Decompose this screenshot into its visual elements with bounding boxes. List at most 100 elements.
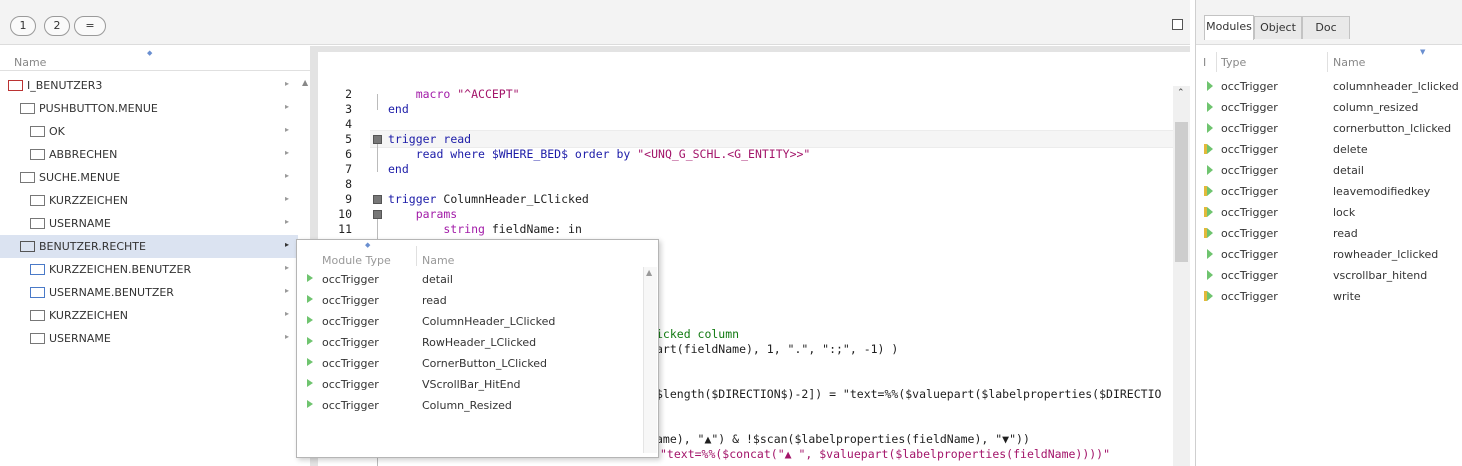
editor-scrollbar[interactable] [1173, 86, 1190, 466]
column-separator [416, 246, 417, 266]
module-item[interactable]: occTrigger read [1196, 223, 1462, 244]
popup-item[interactable]: occTrigger VScrollBar_HitEnd [297, 373, 647, 394]
module-item-name: vscrollbar_hitend [1333, 269, 1428, 282]
view-2-button[interactable]: 2 [44, 16, 70, 36]
expand-arrow-icon[interactable]: ▸ [285, 332, 289, 341]
tree-item[interactable]: ABBRECHEN ▸ [0, 143, 298, 166]
editbox-icon [30, 218, 45, 229]
column-name[interactable]: Name [1333, 56, 1365, 69]
expand-arrow-icon[interactable]: ▸ [285, 102, 289, 111]
expand-arrow-icon[interactable]: ▸ [285, 240, 289, 249]
tree-item[interactable]: I_BENUTZER3 ▸ [0, 74, 298, 97]
popup-item-name: Column_Resized [422, 399, 512, 412]
code-token: macro [388, 87, 458, 101]
tree-item[interactable]: OK ▸ [0, 120, 298, 143]
module-item-type: occTrigger [1221, 227, 1278, 240]
scrollbar-thumb[interactable] [1175, 122, 1188, 262]
popup-item[interactable]: occTrigger detail [297, 268, 647, 289]
expand-arrow-icon[interactable]: ▸ [285, 148, 289, 157]
tree-item[interactable]: USERNAME.BENUTZER ▸ [0, 281, 298, 304]
popup-item[interactable]: occTrigger RowHeader_LClicked [297, 331, 647, 352]
trigger-icon [307, 316, 313, 324]
module-item[interactable]: occTrigger cornerbutton_lclicked [1196, 118, 1462, 139]
expand-arrow-icon[interactable]: ▸ [285, 79, 289, 88]
tree-item[interactable]: BENUTZER.RECHTE ▸ [0, 235, 298, 258]
code-fragment: icked column [656, 327, 740, 341]
trigger-icon [1204, 291, 1213, 301]
code-token: trigger [388, 132, 444, 146]
popup-item[interactable]: occTrigger CornerButton_LClicked [297, 352, 647, 373]
tab-modules[interactable]: Modules [1204, 15, 1254, 40]
line-number: 4 [345, 117, 352, 131]
tree-item[interactable]: KURZZEICHEN.BENUTZER ▸ [0, 258, 298, 281]
modules-panel: Modules Object Doc I Type Name ▼ occTrig… [1195, 0, 1462, 466]
module-item[interactable]: occTrigger column_resized [1196, 97, 1462, 118]
popup-column-type[interactable]: Module Type [322, 254, 391, 267]
tree-item-label: USERNAME [49, 217, 111, 230]
popup-item[interactable]: occTrigger Column_Resized [297, 394, 647, 415]
tree-item[interactable]: KURZZEICHEN ▸ [0, 189, 298, 212]
column-type[interactable]: Type [1221, 56, 1246, 69]
scroll-up-icon[interactable]: ⌃ [1177, 88, 1185, 98]
tree-item[interactable]: PUSHBUTTON.MENUE ▸ [0, 97, 298, 120]
code-token: trigger [388, 192, 444, 206]
module-item-name: column_resized [1333, 101, 1419, 114]
popup-item[interactable]: occTrigger ColumnHeader_LClicked [297, 310, 647, 331]
trigger-icon [1204, 228, 1213, 238]
module-item[interactable]: occTrigger leavemodifiedkey [1196, 181, 1462, 202]
panel-icon [20, 103, 35, 114]
module-item[interactable]: occTrigger vscrollbar_hitend [1196, 265, 1462, 286]
view-equal-button[interactable]: = [74, 16, 106, 36]
expand-arrow-icon[interactable]: ▸ [285, 194, 289, 203]
sort-indicator-icon: ◆ [147, 49, 153, 57]
tree-item[interactable]: KURZZEICHEN ▸ [0, 304, 298, 327]
tree-item[interactable]: USERNAME ▸ [0, 327, 298, 350]
module-item-name: write [1333, 290, 1361, 303]
module-item-name: rowheader_lclicked [1333, 248, 1439, 261]
sort-indicator-icon: ▼ [1420, 48, 1426, 56]
tree-item[interactable]: SUCHE.MENUE ▸ [0, 166, 298, 189]
expand-arrow-icon[interactable]: ▸ [285, 263, 289, 272]
expand-arrow-icon[interactable]: ▸ [285, 217, 289, 226]
trigger-icon [1207, 249, 1213, 259]
popup-item[interactable]: occTrigger read [297, 289, 647, 310]
popup-item-name: VScrollBar_HitEnd [422, 378, 521, 391]
line-number: 8 [345, 177, 352, 191]
column-i[interactable]: I [1203, 56, 1206, 69]
expand-arrow-icon[interactable]: ▸ [285, 125, 289, 134]
tree-scroll-up-icon[interactable]: ▲ [302, 78, 308, 87]
panel-tabbar: Modules Object Doc [1196, 0, 1462, 45]
tree-item[interactable]: USERNAME ▸ [0, 212, 298, 235]
maximize-icon[interactable] [1172, 19, 1183, 30]
tree-header: ◆ Name [0, 46, 310, 71]
code-token: "^ACCEPT" [457, 87, 520, 101]
fold-toggle-icon[interactable] [373, 210, 382, 219]
line-number: 3 [345, 102, 352, 116]
view-1-button[interactable]: 1 [10, 16, 36, 36]
popup-item-type: occTrigger [322, 273, 379, 286]
module-item[interactable]: occTrigger lock [1196, 202, 1462, 223]
module-item[interactable]: occTrigger rowheader_lclicked [1196, 244, 1462, 265]
tab-object[interactable]: Object [1254, 16, 1302, 39]
code-token: read [443, 132, 472, 146]
fold-toggle-icon[interactable] [373, 135, 382, 144]
popup-item-name: read [422, 294, 447, 307]
fold-guide [377, 142, 378, 172]
tree-header-name[interactable]: Name [14, 56, 46, 69]
trigger-icon [307, 295, 313, 303]
module-item[interactable]: occTrigger write [1196, 286, 1462, 307]
module-item-type: occTrigger [1221, 143, 1278, 156]
module-item[interactable]: occTrigger detail [1196, 160, 1462, 181]
module-item[interactable]: occTrigger delete [1196, 139, 1462, 160]
popup-column-name[interactable]: Name [422, 254, 454, 267]
expand-arrow-icon[interactable]: ▸ [285, 309, 289, 318]
code-fragment: art(fieldName), 1, ".", ":;", -1) ) [656, 342, 899, 356]
expand-arrow-icon[interactable]: ▸ [285, 171, 289, 180]
expand-arrow-icon[interactable]: ▸ [285, 286, 289, 295]
code-line: trigger read [388, 132, 471, 146]
tree-item-label: PUSHBUTTON.MENUE [39, 102, 158, 115]
module-item[interactable]: occTrigger columnheader_lclicked [1196, 76, 1462, 97]
tab-doc[interactable]: Doc [1302, 16, 1350, 39]
tree-item-label: SUCHE.MENUE [39, 171, 121, 184]
fold-toggle-icon[interactable] [373, 195, 382, 204]
